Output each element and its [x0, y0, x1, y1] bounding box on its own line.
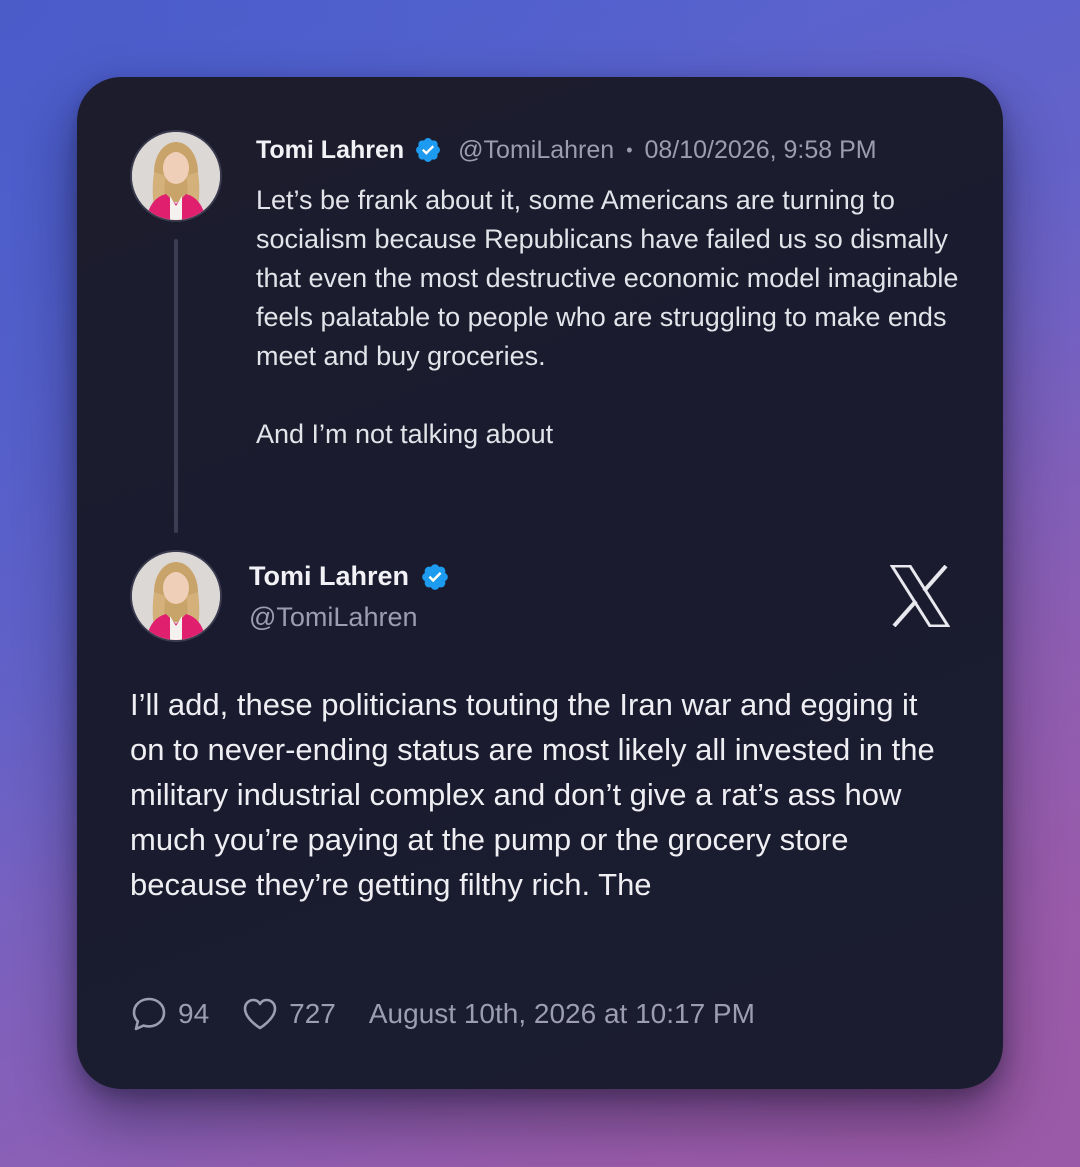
main-tweet-author: Tomi Lahren	[249, 561, 450, 592]
avatar[interactable]	[130, 130, 222, 222]
tweet-card: Tomi Lahren @TomiLahren • 08/10/2026, 9:…	[77, 77, 1003, 1089]
heart-icon	[241, 995, 279, 1033]
avatar-image	[132, 552, 220, 640]
author-handle[interactable]: @TomiLahren	[249, 602, 418, 633]
post-date: 08/10/2026, 9:58 PM	[644, 135, 877, 164]
separator-dot: •	[626, 139, 633, 160]
author-handle[interactable]: @TomiLahren	[458, 136, 614, 165]
reply-tweet-header: Tomi Lahren @TomiLahren • 08/10/2026, 9:…	[256, 132, 877, 168]
speech-bubble-icon	[130, 995, 168, 1033]
reply-tweet-text: Let’s be frank about it, some Americans …	[256, 181, 966, 454]
reply-count: 94	[178, 998, 210, 1029]
post-timestamp[interactable]: August 10th, 2026 at 10:17 PM	[369, 998, 755, 1030]
verified-badge-icon	[420, 562, 450, 592]
author-name[interactable]: Tomi Lahren	[256, 136, 404, 165]
like-count: 727	[289, 998, 336, 1029]
tweet-footer: 94 727 August 10th, 2026 at 10:17 PM	[130, 993, 755, 1035]
thread-connector-line	[174, 239, 178, 533]
like-button[interactable]: 727	[241, 995, 336, 1033]
x-logo-icon[interactable]	[889, 564, 951, 628]
author-name[interactable]: Tomi Lahren	[249, 561, 409, 592]
verified-badge-icon	[414, 136, 442, 164]
avatar[interactable]	[130, 550, 222, 642]
avatar-image	[132, 132, 220, 220]
tweet-paragraph: Let’s be frank about it, some Americans …	[256, 185, 959, 371]
reply-button[interactable]: 94	[130, 995, 209, 1033]
main-tweet-text: I’ll add, these politicians touting the …	[130, 687, 935, 902]
tweet-paragraph: And I’m not talking about	[256, 419, 554, 449]
